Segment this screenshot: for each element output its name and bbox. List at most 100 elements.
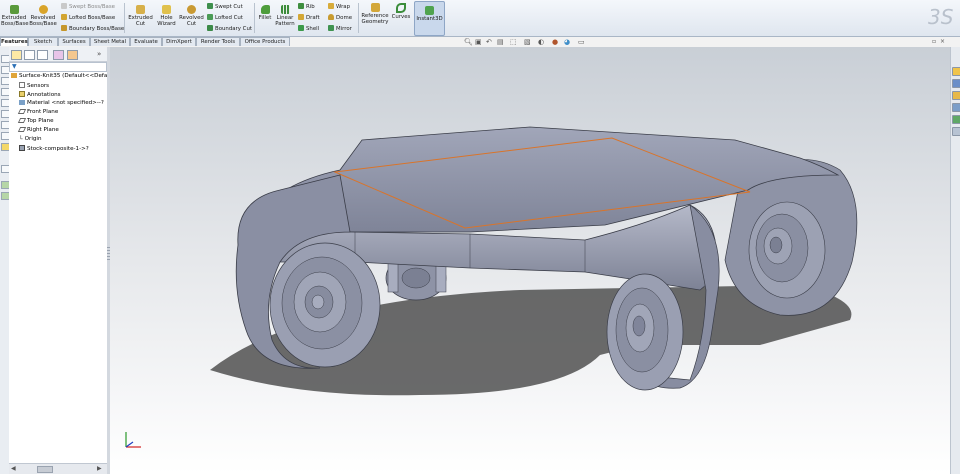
restore-icon[interactable]: ▫: [932, 38, 936, 45]
display-manager-tab-icon[interactable]: [67, 50, 78, 60]
linear-pattern-button[interactable]: Linear Pattern: [274, 5, 296, 27]
draft-button[interactable]: Draft: [298, 14, 320, 21]
wrap-button[interactable]: Wrap: [328, 3, 350, 10]
origin-icon: └: [19, 136, 23, 143]
apply-scene-icon[interactable]: ◕: [564, 38, 570, 46]
revolved-boss-label: Revolved Boss/Base: [29, 15, 57, 27]
lofted-cut-button[interactable]: Lofted Cut: [207, 14, 243, 21]
coordinate-triad-icon: [125, 432, 141, 448]
linear-pattern-label: Linear Pattern: [275, 15, 295, 27]
appearances-scenes-icon[interactable]: [952, 115, 960, 124]
lofted-boss-button[interactable]: Lofted Boss/Base: [61, 14, 115, 21]
property-manager-tab-icon[interactable]: [24, 50, 35, 60]
wrap-icon: [328, 3, 334, 9]
tree-item-sensors[interactable]: Sensors: [19, 82, 49, 89]
tree-item-material[interactable]: Material <not specified>--?: [19, 100, 104, 106]
instant3d-icon: [425, 6, 434, 15]
revolved-boss-button[interactable]: Revolved Boss/Base: [28, 5, 58, 27]
boundary-boss-button[interactable]: Boundary Boss/Base: [61, 25, 124, 32]
file-explorer-icon[interactable]: [952, 91, 960, 100]
task-pane-strip: [950, 47, 960, 474]
swept-cut-button[interactable]: Swept Cut: [207, 3, 243, 10]
mirror-button[interactable]: Mirror: [328, 25, 352, 32]
lofted-boss-icon: [61, 14, 67, 20]
design-library-icon[interactable]: [952, 79, 960, 88]
boundary-cut-button[interactable]: Boundary Cut: [207, 25, 252, 32]
hole-wizard-button[interactable]: Hole Wizard: [154, 5, 179, 27]
command-manager-ribbon: Extruded Boss/Base Revolved Boss/Base Sw…: [0, 0, 960, 37]
tree-item-front-plane[interactable]: Front Plane: [17, 109, 59, 115]
extruded-boss-button[interactable]: Extruded Boss/Base: [1, 5, 29, 27]
ribbon-separator: [124, 3, 125, 33]
swept-boss-button[interactable]: Swept Boss/Base: [61, 3, 115, 10]
tab-evaluate[interactable]: Evaluate: [130, 37, 162, 46]
rib-button[interactable]: Rib: [298, 3, 315, 10]
command-manager-tabs: Features Sketch Surfaces Sheet Metal Eva…: [0, 37, 290, 46]
expand-panel-icon[interactable]: »: [97, 50, 101, 58]
edit-appearance-icon[interactable]: ●: [552, 38, 558, 46]
graphics-viewport[interactable]: [110, 47, 950, 474]
tab-features[interactable]: Features: [0, 37, 28, 46]
instant3d-button[interactable]: Instant3D: [414, 1, 445, 36]
hide-show-items-icon[interactable]: ◐: [538, 38, 544, 46]
tree-item-label: Sensors: [27, 83, 50, 89]
shell-label: Shell: [306, 26, 320, 32]
view-settings-icon[interactable]: ▭: [578, 38, 585, 46]
tree-item-label: Front Plane: [27, 109, 59, 115]
mirror-label: Mirror: [336, 26, 352, 32]
revolved-cut-button[interactable]: Revolved Cut: [179, 5, 204, 27]
display-style-icon[interactable]: ▧: [524, 38, 531, 46]
swept-boss-label: Swept Boss/Base: [69, 4, 115, 10]
curves-button[interactable]: Curves: [391, 3, 411, 20]
configuration-manager-tab-icon[interactable]: [37, 50, 48, 60]
tree-item-right-plane[interactable]: Right Plane: [17, 127, 59, 133]
shell-button[interactable]: Shell: [298, 25, 319, 32]
tree-item-top-plane[interactable]: Top Plane: [17, 118, 54, 124]
rib-label: Rib: [306, 4, 315, 10]
tab-sketch[interactable]: Sketch: [28, 37, 58, 46]
tab-surfaces[interactable]: Surfaces: [58, 37, 90, 46]
scroll-thumb[interactable]: [37, 466, 53, 473]
section-view-icon[interactable]: ▤: [497, 38, 504, 46]
table-model[interactable]: [110, 47, 950, 474]
tree-root[interactable]: Surface-Knit35 (Default<<Defa: [11, 73, 107, 79]
mirror-icon: [328, 25, 334, 31]
feature-manager-tab-icon[interactable]: [11, 50, 22, 60]
rib-icon: [298, 3, 304, 9]
extruded-cut-icon: [136, 5, 145, 14]
boundary-boss-icon: [61, 25, 67, 31]
zoom-to-fit-icon[interactable]: 🔍︎: [464, 38, 473, 46]
sensors-icon: [19, 82, 25, 88]
dome-button[interactable]: Dome: [328, 14, 352, 21]
close-icon[interactable]: ×: [940, 38, 945, 45]
tree-item-label: Top Plane: [27, 118, 54, 124]
ribbon-separator: [358, 3, 359, 33]
dimxpert-manager-tab-icon[interactable]: [53, 50, 64, 60]
reference-geometry-button[interactable]: Reference Geometry: [360, 3, 390, 25]
tab-office-products[interactable]: Office Products: [240, 37, 290, 46]
tree-root-label: Surface-Knit35 (Default<<Defa: [19, 73, 108, 79]
tab-dimxpert[interactable]: DimXpert: [162, 37, 196, 46]
view-palette-icon[interactable]: [952, 103, 960, 112]
tab-render-tools[interactable]: Render Tools: [196, 37, 240, 46]
solidworks-resources-icon[interactable]: [952, 67, 960, 76]
view-orientation-icon[interactable]: ⬚: [510, 38, 517, 46]
zoom-to-area-icon[interactable]: ▣: [475, 38, 482, 46]
previous-view-icon[interactable]: ↶: [486, 38, 492, 46]
tree-item-origin[interactable]: └ Origin: [19, 136, 42, 143]
extruded-cut-button[interactable]: Extruded Cut: [127, 5, 154, 27]
plane-icon: [17, 127, 27, 132]
scroll-left-icon[interactable]: ◀: [11, 465, 16, 472]
lofted-boss-label: Lofted Boss/Base: [69, 15, 116, 21]
dome-icon: [328, 14, 334, 20]
fillet-label: Fillet: [258, 15, 272, 21]
tree-item-annotations[interactable]: Annotations: [19, 91, 61, 98]
instant3d-label: Instant3D: [416, 16, 443, 22]
tab-sheet-metal[interactable]: Sheet Metal: [90, 37, 130, 46]
custom-properties-icon[interactable]: [952, 127, 960, 136]
panel-horizontal-scrollbar[interactable]: ◀ ▶: [9, 463, 107, 474]
fillet-button[interactable]: Fillet: [256, 5, 274, 21]
scroll-right-icon[interactable]: ▶: [97, 465, 102, 472]
tree-item-stock-composite[interactable]: Stock-composite-1->?: [19, 145, 89, 152]
tree-filter-input[interactable]: ▼: [9, 62, 107, 72]
